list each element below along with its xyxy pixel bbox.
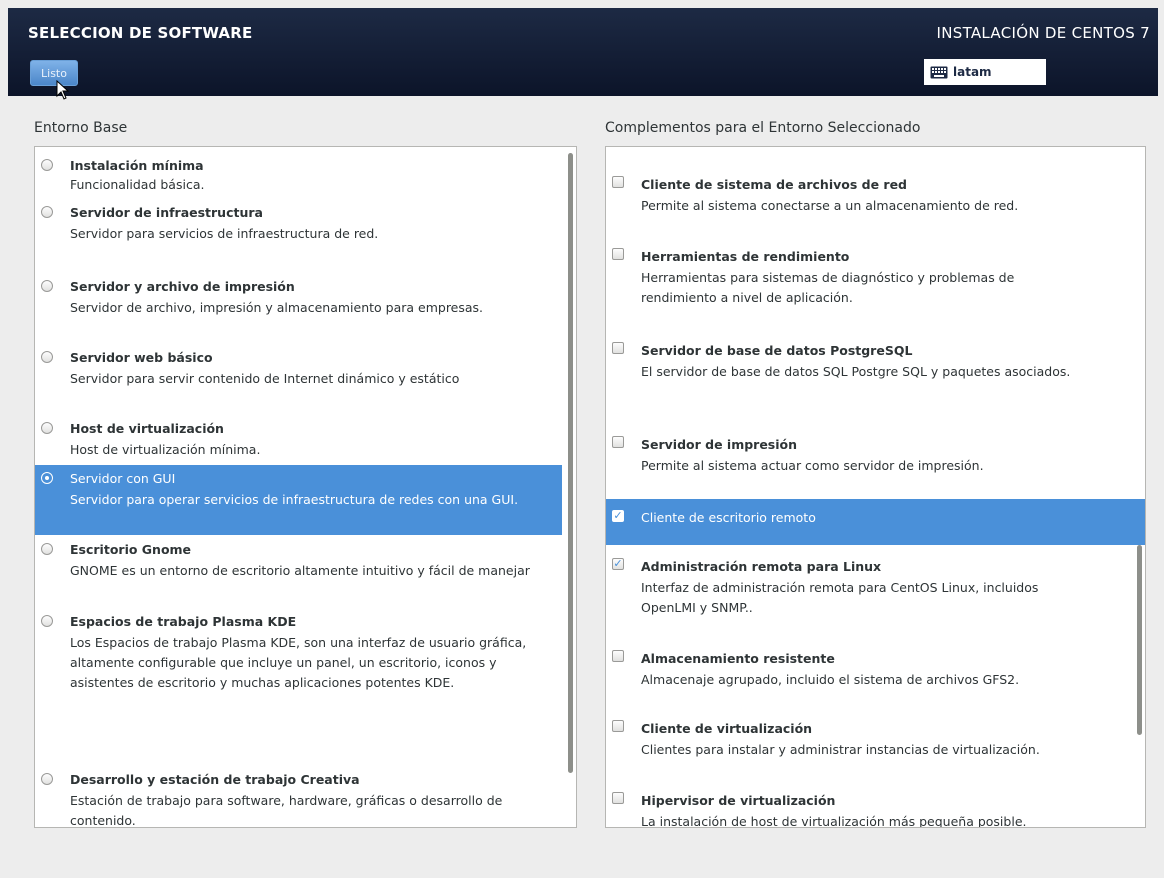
- scrollbar[interactable]: [568, 153, 573, 773]
- item-title: Servidor de impresión: [641, 437, 798, 452]
- list-item[interactable]: Almacenamiento resistente Almacenaje agr…: [606, 645, 1131, 695]
- base-environment-label: Entorno Base: [34, 120, 128, 136]
- checkbox-checked[interactable]: ✓: [612, 558, 624, 570]
- radio-button[interactable]: [41, 280, 53, 292]
- item-description: GNOME es un entorno de escritorio altame…: [70, 563, 530, 578]
- item-description: Permite al sistema actuar como servidor …: [641, 458, 984, 473]
- item-title: Hipervisor de virtualización: [641, 793, 836, 808]
- list-item[interactable]: Cliente de virtualización Clientes para …: [606, 715, 1131, 765]
- item-description: Servidor para servir contenido de Intern…: [70, 371, 460, 386]
- list-item[interactable]: Cliente de sistema de archivos de red Pe…: [606, 171, 1131, 221]
- keyboard-layout-indicator[interactable]: latam: [924, 59, 1046, 85]
- radio-button[interactable]: [41, 773, 53, 785]
- item-description: Permite al sistema conectarse a un almac…: [641, 198, 1019, 213]
- list-item[interactable]: Servidor de infraestructura Servidor par…: [35, 203, 562, 269]
- done-button[interactable]: Listo: [30, 60, 78, 86]
- radio-button[interactable]: [41, 543, 53, 555]
- item-description: Almacenaje agrupado, incluido el sistema…: [641, 672, 1020, 687]
- list-item[interactable]: Espacios de trabajo Plasma KDE Los Espac…: [35, 611, 562, 731]
- item-title: Herramientas de rendimiento: [641, 249, 850, 264]
- list-item-selected[interactable]: Servidor con GUI Servidor para operar se…: [35, 465, 562, 535]
- item-title: Cliente de sistema de archivos de red: [641, 177, 907, 192]
- radio-button[interactable]: [41, 351, 53, 363]
- item-description: Funcionalidad básica.: [70, 177, 205, 192]
- radio-button[interactable]: [41, 615, 53, 627]
- addons-list[interactable]: Cliente de sistema de archivos de red Pe…: [605, 146, 1146, 828]
- item-title: Espacios de trabajo Plasma KDE: [70, 614, 297, 629]
- item-description: Host de virtualización mínima.: [70, 442, 261, 457]
- item-title: Host de virtualización: [70, 421, 224, 436]
- checkbox[interactable]: [612, 436, 624, 448]
- item-description: Estación de trabajo para software, hardw…: [70, 793, 503, 828]
- radio-button-selected[interactable]: [41, 472, 53, 484]
- list-item-selected[interactable]: ✓ Cliente de escritorio remoto: [606, 499, 1145, 545]
- radio-button[interactable]: [41, 422, 53, 434]
- addons-label: Complementos para el Entorno Seleccionad…: [605, 120, 921, 136]
- checkbox[interactable]: [612, 720, 624, 732]
- scrollbar[interactable]: [1137, 545, 1142, 735]
- item-title: Instalación mínima: [70, 158, 204, 173]
- list-item[interactable]: Servidor web básico Servidor para servir…: [35, 347, 562, 413]
- item-title: Servidor web básico: [70, 350, 213, 365]
- item-description: Servidor para servicios de infraestructu…: [70, 226, 379, 241]
- item-title: Almacenamiento resistente: [641, 651, 835, 666]
- radio-button[interactable]: [41, 206, 53, 218]
- item-title: Escritorio Gnome: [70, 542, 192, 557]
- checkbox[interactable]: [612, 792, 624, 804]
- list-item[interactable]: Servidor de base de datos PostgreSQL El …: [606, 337, 1131, 387]
- keyboard-icon: [930, 66, 948, 78]
- item-description: Servidor para operar servicios de infrae…: [70, 492, 519, 507]
- item-title: Cliente de virtualización: [641, 721, 813, 736]
- list-item[interactable]: Instalación mínima Funcionalidad básica.: [35, 153, 562, 197]
- item-description: Servidor de archivo, impresión y almacen…: [70, 300, 484, 315]
- page-title: SELECCION DE SOFTWARE: [28, 24, 253, 42]
- item-title: Servidor de base de datos PostgreSQL: [641, 343, 913, 358]
- item-title: Servidor con GUI: [70, 471, 176, 486]
- checkbox[interactable]: [612, 248, 624, 260]
- checkbox-checked[interactable]: ✓: [612, 510, 624, 522]
- list-item[interactable]: Hipervisor de virtualización La instalac…: [606, 787, 1131, 828]
- item-title: Servidor y archivo de impresión: [70, 279, 295, 294]
- keyboard-layout-label: latam: [953, 65, 992, 79]
- item-title: Administración remota para Linux: [641, 559, 882, 574]
- base-environment-list[interactable]: Instalación mínima Funcionalidad básica.…: [34, 146, 577, 828]
- list-item[interactable]: Herramientas de rendimiento Herramientas…: [606, 243, 1131, 313]
- checkbox[interactable]: [612, 176, 624, 188]
- list-item[interactable]: ✓ Administración remota para Linux Inter…: [606, 553, 1131, 623]
- item-title: Desarrollo y estación de trabajo Creativ…: [70, 772, 360, 787]
- item-description: Interfaz de administración remota para C…: [641, 580, 1039, 615]
- top-bar: SELECCION DE SOFTWARE Listo INSTALACIÓN …: [8, 8, 1158, 100]
- checkbox[interactable]: [612, 650, 624, 662]
- mouse-pointer-icon: [56, 80, 70, 100]
- item-description: Los Espacios de trabajo Plasma KDE, son …: [70, 635, 527, 690]
- list-item[interactable]: Servidor y archivo de impresión Servidor…: [35, 275, 562, 341]
- product-name: INSTALACIÓN DE CENTOS 7: [936, 24, 1150, 42]
- checkbox[interactable]: [612, 342, 624, 354]
- list-item[interactable]: Servidor de impresión Permite al sistema…: [606, 431, 1131, 481]
- item-description: La instalación de host de virtualización…: [641, 814, 1027, 828]
- list-item[interactable]: Escritorio Gnome GNOME es un entorno de …: [35, 539, 562, 603]
- list-item[interactable]: Host de virtualización Host de virtualiz…: [35, 419, 562, 465]
- item-description: El servidor de base de datos SQL Postgre…: [641, 364, 1071, 379]
- item-title: Servidor de infraestructura: [70, 205, 263, 220]
- radio-button[interactable]: [41, 159, 53, 171]
- item-description: Clientes para instalar y administrar ins…: [641, 742, 1040, 757]
- item-title: Cliente de escritorio remoto: [641, 510, 816, 525]
- item-description: Herramientas para sistemas de diagnóstic…: [641, 270, 1015, 305]
- list-item[interactable]: Desarrollo y estación de trabajo Creativ…: [35, 769, 562, 828]
